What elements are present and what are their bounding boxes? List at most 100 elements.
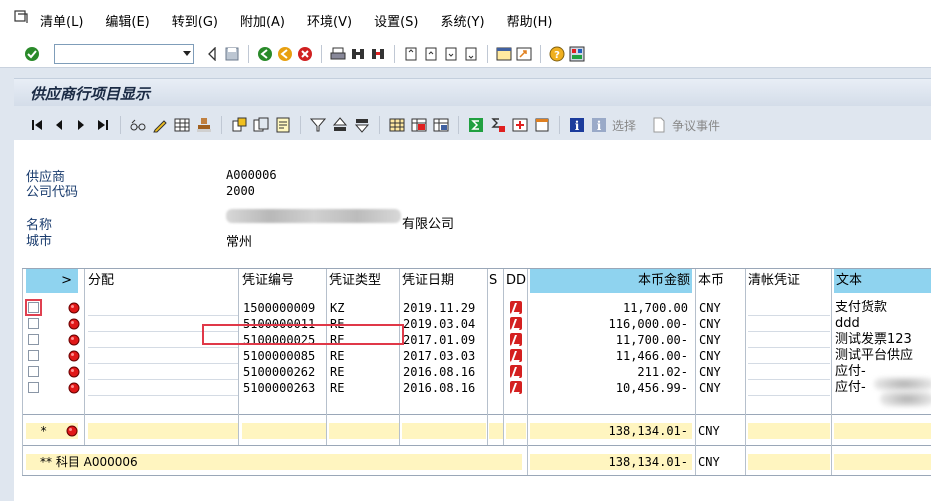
row-checkbox[interactable] [28, 382, 39, 393]
find-icon[interactable] [350, 46, 366, 62]
dispute-flag-icon[interactable] [510, 365, 522, 378]
table-row[interactable]: 5100000011 RE 2019.03.04 116,000.00- CNY ddd [22, 316, 931, 332]
export-icon[interactable] [534, 117, 550, 133]
find-next-icon[interactable] [370, 46, 386, 62]
row-checkbox[interactable] [28, 318, 39, 329]
menu-environment[interactable]: 环境(V) [307, 11, 352, 30]
doc-number-cell[interactable]: 5100000262 [243, 364, 327, 380]
chevron-down-icon[interactable] [183, 50, 191, 56]
next-page-icon[interactable] [443, 46, 459, 62]
save-icon[interactable] [224, 46, 240, 62]
menu-list[interactable]: 清单(L) [40, 11, 83, 30]
grid-line [326, 269, 327, 445]
table-row[interactable]: 5100000263 RE 2016.08.16 10,456.99- CNY 应付- [22, 380, 931, 396]
document-overview-icon[interactable] [231, 117, 247, 133]
column-header-assignment[interactable]: 分配 [88, 269, 234, 293]
last-page-icon[interactable] [463, 46, 479, 62]
page-title: 供应商行项目显示 [30, 85, 151, 103]
row-checkbox[interactable] [25, 299, 42, 316]
column-header-doc-type[interactable]: 凭证类型 [329, 269, 401, 293]
column-header-s[interactable]: S [489, 269, 503, 293]
doc-number-cell[interactable]: 5100000085 [243, 348, 327, 364]
change-pencil-icon[interactable] [152, 117, 168, 133]
menu-settings[interactable]: 设置(S) [374, 11, 418, 30]
assignment-cell [88, 364, 238, 380]
row-checkbox[interactable] [28, 350, 39, 361]
column-header-amount[interactable]: 本币金额 [530, 269, 692, 293]
column-header-clearing-doc[interactable]: 清帐凭证 [748, 269, 830, 293]
stamp-icon[interactable] [196, 117, 212, 133]
currency-cell: CNY [699, 333, 721, 347]
dispute-flag-icon[interactable] [510, 333, 522, 346]
enter-icon[interactable] [24, 46, 40, 62]
change-layout-icon[interactable] [411, 117, 427, 133]
row-checkbox[interactable] [28, 334, 39, 345]
city-label: 城市 [26, 234, 53, 249]
add-row-icon[interactable] [512, 117, 528, 133]
next-item-icon[interactable] [73, 117, 89, 133]
previous-item-icon[interactable] [51, 117, 67, 133]
note-icon[interactable] [275, 117, 291, 133]
help-icon[interactable]: ? [549, 46, 565, 62]
sort-descending-icon[interactable] [354, 117, 370, 133]
back-icon[interactable] [257, 46, 273, 62]
table-row[interactable]: 5100000262 RE 2016.08.16 211.02- CNY 应付- [22, 364, 931, 380]
table-row[interactable]: 5100000025 RE 2017.01.09 11,700.00- CNY 测试发票1… [22, 332, 931, 348]
table-row[interactable]: 5100000085 RE 2017.03.03 11,466.00- CNY 测试平台供… [22, 348, 931, 364]
column-header-text[interactable]: 文本 [834, 269, 931, 293]
dispute-flag-icon[interactable] [510, 381, 522, 394]
column-header-dd[interactable]: DD [506, 269, 526, 293]
exit-icon[interactable] [277, 46, 293, 62]
row-checkbox[interactable] [28, 366, 39, 377]
last-item-icon[interactable] [95, 117, 111, 133]
table-row[interactable]: 1500000009 KZ 2019.11.29 11,700.00 CNY 支付货款 [22, 299, 931, 316]
print-icon[interactable] [330, 46, 346, 62]
cancel-icon[interactable] [297, 46, 313, 62]
redaction-smudge [874, 377, 931, 391]
select-layout-icon[interactable] [389, 117, 405, 133]
grid-details-icon[interactable] [174, 117, 190, 133]
save-layout-icon[interactable] [433, 117, 449, 133]
column-header-expand[interactable]: > [26, 269, 78, 293]
doc-number-cell[interactable]: 5100000263 [243, 380, 327, 396]
menu-edit[interactable]: 编辑(E) [105, 11, 149, 30]
display-glasses-icon[interactable] [130, 117, 146, 133]
menu-system[interactable]: 系统(Y) [440, 11, 484, 30]
dispute-flag-icon[interactable] [510, 317, 522, 330]
vendor-value: A000006 [226, 168, 277, 182]
menu-extras[interactable]: 附加(A) [240, 11, 285, 30]
menu-help[interactable]: 帮助(H) [507, 11, 553, 30]
selection-highlight [202, 324, 404, 345]
filter-icon[interactable] [310, 117, 326, 133]
total-amount: 138,134.01- [608, 455, 688, 469]
doc-type-cell: RE [330, 365, 345, 379]
column-header-doc-no[interactable]: 凭证编号 [242, 269, 326, 293]
doc-number-cell[interactable]: 1500000009 [243, 300, 327, 316]
assignment-cell [88, 380, 238, 396]
main-content: 供应商 A000006 公司代码 2000 名称 有限公司 城市 常州 > 分配… [14, 140, 931, 501]
column-header-currency[interactable]: 本币 [698, 269, 744, 293]
dispute-flag-icon[interactable] [510, 301, 522, 314]
previous-page-icon[interactable] [423, 46, 439, 62]
dispute-flag-icon[interactable] [510, 349, 522, 362]
total-label-cell: ** 科目 A000006 [26, 454, 522, 470]
new-session-icon[interactable] [496, 46, 512, 62]
menu-goto[interactable]: 转到(G) [172, 11, 218, 30]
column-header-doc-date[interactable]: 凭证日期 [402, 269, 486, 293]
command-field[interactable] [54, 43, 194, 64]
subtotal-type-cell [329, 423, 399, 439]
subtotal-icon[interactable] [490, 117, 506, 133]
collapse-left-icon[interactable] [204, 46, 220, 62]
total-currency: CNY [698, 455, 720, 469]
first-page-icon[interactable] [403, 46, 419, 62]
info-icon[interactable]: i [569, 117, 585, 133]
separator [321, 44, 322, 63]
app-menu-icon[interactable] [14, 10, 30, 24]
copy-document-icon[interactable] [253, 117, 269, 133]
sort-ascending-icon[interactable] [332, 117, 348, 133]
layout-menu-icon[interactable] [569, 46, 585, 62]
sum-icon[interactable] [468, 117, 484, 133]
shortcut-icon[interactable] [516, 46, 532, 62]
command-input[interactable] [55, 44, 173, 63]
first-item-icon[interactable] [29, 117, 45, 133]
